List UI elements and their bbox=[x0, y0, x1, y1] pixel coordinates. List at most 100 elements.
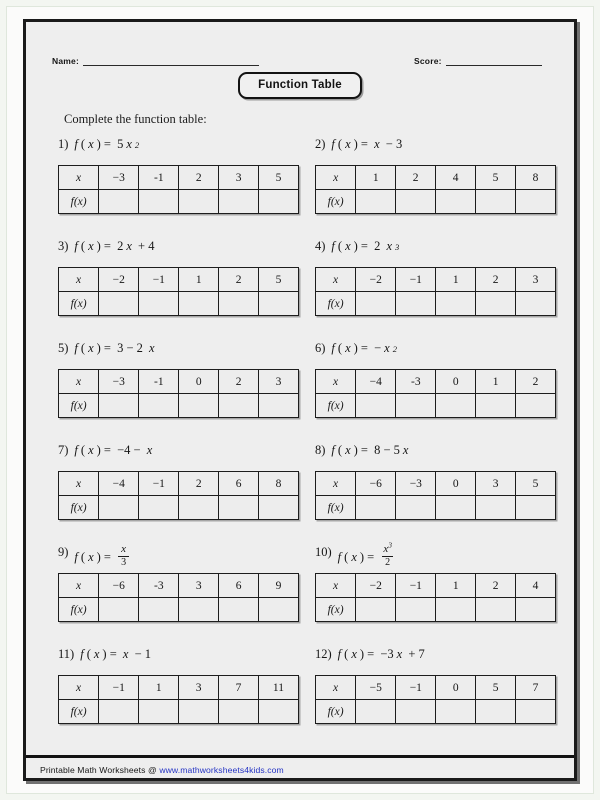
fx-answer-cell[interactable] bbox=[515, 699, 556, 724]
x-value-cell: 0 bbox=[435, 471, 477, 496]
x-value-cell: 1 bbox=[355, 165, 397, 190]
expression-token: ( bbox=[80, 137, 86, 151]
x-value-cell: -1 bbox=[138, 165, 180, 190]
fx-answer-cell[interactable] bbox=[475, 189, 516, 214]
fx-answer-cell[interactable] bbox=[138, 291, 180, 316]
x-value-cell: 2 bbox=[218, 267, 260, 292]
x-value-cell: 0 bbox=[178, 369, 220, 394]
fx-answer-cell[interactable] bbox=[138, 393, 180, 418]
x-value-cell: 3 bbox=[178, 675, 220, 700]
fx-answer-cell[interactable] bbox=[178, 495, 220, 520]
page-title: Function Table bbox=[238, 72, 362, 99]
expression-token: ) = bbox=[353, 239, 372, 253]
fx-answer-cell[interactable] bbox=[435, 495, 477, 520]
fx-answer-cell[interactable] bbox=[178, 291, 220, 316]
expression-token: ( bbox=[337, 137, 343, 151]
fx-answer-cell[interactable] bbox=[515, 495, 556, 520]
fx-answer-cell[interactable] bbox=[98, 699, 140, 724]
fx-answer-cell[interactable] bbox=[515, 291, 556, 316]
fx-answer-cell[interactable] bbox=[178, 393, 220, 418]
fx-answer-cell[interactable] bbox=[435, 189, 477, 214]
expression-token: x bbox=[386, 239, 393, 253]
fx-answer-cell[interactable] bbox=[435, 291, 477, 316]
x-value-cell: 5 bbox=[475, 675, 517, 700]
fx-answer-cell[interactable] bbox=[138, 495, 180, 520]
function-expression: f(x) = 2x + 4 bbox=[74, 239, 154, 254]
fx-answer-cell[interactable] bbox=[355, 393, 397, 418]
fx-answer-cell[interactable] bbox=[435, 699, 477, 724]
problem-number: 3) bbox=[58, 239, 69, 253]
fx-answer-cell[interactable] bbox=[395, 189, 437, 214]
fx-answer-cell[interactable] bbox=[258, 495, 299, 520]
fx-answer-cell[interactable] bbox=[218, 393, 260, 418]
table-row-x: x −5 −1 0 5 7 bbox=[314, 675, 556, 700]
fx-answer-cell[interactable] bbox=[218, 597, 260, 622]
fx-answer-cell[interactable] bbox=[475, 291, 517, 316]
name-write-line[interactable] bbox=[82, 56, 259, 66]
fx-answer-cell[interactable] bbox=[355, 597, 397, 622]
problem-number: 1) bbox=[58, 137, 69, 151]
fx-answer-cell[interactable] bbox=[515, 597, 556, 622]
fx-answer-cell[interactable] bbox=[395, 495, 437, 520]
fx-answer-cell[interactable] bbox=[355, 495, 397, 520]
fx-answer-cell[interactable] bbox=[178, 699, 220, 724]
problem-12: 12) f(x) = −3 x + 7 x −5 −1 0 5 7 f(x) bbox=[301, 643, 556, 745]
fx-answer-cell[interactable] bbox=[257, 699, 300, 724]
fx-answer-cell[interactable] bbox=[475, 597, 517, 622]
footer-url[interactable]: www.mathworksheets4kids.com bbox=[159, 765, 284, 775]
fx-answer-cell[interactable] bbox=[178, 597, 220, 622]
fx-answer-cell[interactable] bbox=[395, 699, 437, 724]
expression-token: ) = bbox=[359, 549, 378, 564]
problem-6: 6) f(x) = − x 2 x −4 -3 0 1 2 f(x) bbox=[301, 337, 556, 439]
name-field[interactable]: Name: bbox=[52, 56, 259, 66]
x-value-cell: 1 bbox=[435, 573, 477, 598]
expression-token: −3 bbox=[380, 647, 394, 661]
expression-token: f bbox=[331, 341, 335, 355]
fx-answer-cell[interactable] bbox=[98, 495, 140, 520]
fx-answer-cell[interactable] bbox=[258, 189, 299, 214]
problem-4: 4) f(x) = 2 x 3 x −2 −1 1 2 3 f(x) bbox=[301, 235, 556, 337]
table-row-fx: f(x) bbox=[57, 699, 300, 724]
fx-answer-cell[interactable] bbox=[138, 597, 180, 622]
fx-header-cell: f(x) bbox=[314, 393, 357, 418]
expression-token: + 7 bbox=[405, 647, 425, 661]
function-table: x −2 −1 1 2 5 f(x) bbox=[57, 267, 299, 316]
fx-answer-cell[interactable] bbox=[515, 393, 556, 418]
fx-answer-cell[interactable] bbox=[138, 189, 180, 214]
fx-answer-cell[interactable] bbox=[98, 393, 140, 418]
table-row-x: x −2 −1 1 2 5 bbox=[57, 267, 299, 292]
fx-answer-cell[interactable] bbox=[395, 291, 437, 316]
fx-answer-cell[interactable] bbox=[98, 291, 140, 316]
fx-answer-cell[interactable] bbox=[435, 393, 477, 418]
fx-answer-cell[interactable] bbox=[395, 597, 437, 622]
x-value-cell: 4 bbox=[515, 573, 556, 598]
fx-answer-cell[interactable] bbox=[98, 189, 140, 214]
expression-token: ( bbox=[344, 647, 349, 661]
fx-answer-cell[interactable] bbox=[395, 393, 437, 418]
fx-answer-cell[interactable] bbox=[218, 291, 260, 316]
fx-answer-cell[interactable] bbox=[178, 189, 220, 214]
fx-answer-cell[interactable] bbox=[515, 189, 556, 214]
fx-answer-cell[interactable] bbox=[475, 699, 517, 724]
fx-answer-cell[interactable] bbox=[355, 699, 397, 724]
fx-answer-cell[interactable] bbox=[258, 597, 299, 622]
fx-answer-cell[interactable] bbox=[218, 699, 259, 724]
fx-answer-cell[interactable] bbox=[355, 291, 397, 316]
fx-answer-cell[interactable] bbox=[98, 597, 140, 622]
score-write-line[interactable] bbox=[445, 56, 542, 66]
x-value-cell: 0 bbox=[435, 675, 477, 700]
fx-answer-cell[interactable] bbox=[258, 291, 299, 316]
fx-header-cell: f(x) bbox=[314, 699, 357, 724]
fx-answer-cell[interactable] bbox=[355, 189, 397, 214]
function-expression: f(x) = x − 3 bbox=[331, 137, 402, 152]
score-field[interactable]: Score: bbox=[414, 56, 542, 66]
fx-answer-cell[interactable] bbox=[475, 495, 517, 520]
problem-number: 11) bbox=[58, 647, 75, 661]
fx-answer-cell[interactable] bbox=[138, 699, 180, 724]
fx-answer-cell[interactable] bbox=[218, 495, 260, 520]
fx-answer-cell[interactable] bbox=[258, 393, 299, 418]
fx-answer-cell[interactable] bbox=[475, 393, 517, 418]
fx-answer-cell[interactable] bbox=[435, 597, 477, 622]
fx-answer-cell[interactable] bbox=[218, 189, 260, 214]
x-value-cell: 5 bbox=[475, 165, 516, 190]
